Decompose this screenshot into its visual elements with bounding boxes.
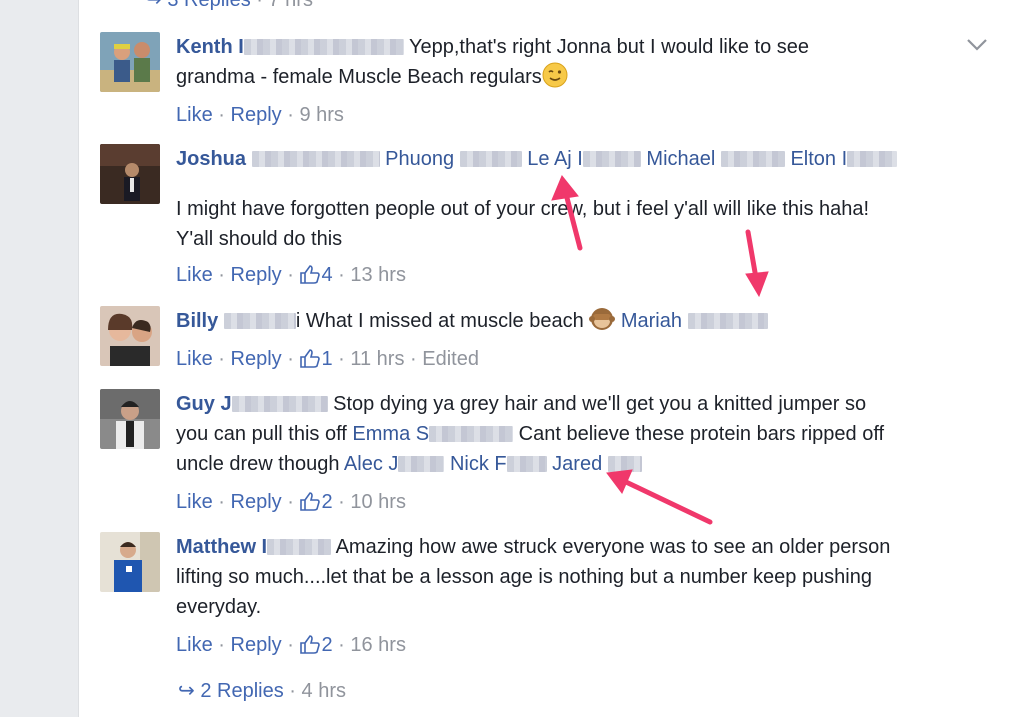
comment-text: I might have forgotten people out of you… bbox=[176, 198, 870, 250]
comment-text: Stop dying ya grey hair and we'll get yo… bbox=[333, 393, 867, 415]
thumbs-up-icon[interactable] bbox=[299, 347, 321, 368]
comment-actions: Like · Reply · 4 · 13 hrs bbox=[176, 263, 406, 286]
commenter-name[interactable]: Guy J bbox=[176, 393, 232, 415]
reply-button[interactable]: Reply bbox=[231, 348, 282, 370]
commenter-name[interactable]: Joshua bbox=[176, 148, 246, 170]
comment-time[interactable]: 16 hrs bbox=[350, 634, 406, 656]
comment-actions: Like · Reply · 1 · 11 hrs · Edited bbox=[176, 347, 479, 370]
avatar[interactable] bbox=[100, 306, 160, 366]
like-count[interactable]: 1 bbox=[321, 348, 332, 370]
edited-label[interactable]: Edited bbox=[422, 348, 479, 370]
tag-phuong[interactable]: Phuong bbox=[385, 148, 454, 170]
comment-text: Yepp,that's right Jonna but I would like… bbox=[408, 36, 809, 58]
comment-text: i What I missed at muscle beach bbox=[295, 310, 584, 332]
tag-alec[interactable]: Alec J bbox=[344, 453, 398, 475]
see-no-evil-monkey-emoji-icon bbox=[589, 306, 616, 332]
comment-actions: Like · Reply · 9 hrs bbox=[176, 104, 344, 126]
like-count[interactable]: 2 bbox=[321, 491, 332, 513]
tag-mariah[interactable]: Mariah bbox=[621, 310, 682, 332]
tag-michael[interactable]: Michael bbox=[646, 148, 715, 170]
previous-replies-link[interactable]: ↪ 3 Replies bbox=[145, 0, 251, 11]
commenter-name[interactable]: Billy bbox=[176, 310, 218, 332]
comment-actions: Like · Reply · 2 · 16 hrs bbox=[176, 633, 406, 656]
previous-replies-time: 7 hrs bbox=[268, 0, 313, 11]
thumbs-up-icon[interactable] bbox=[299, 490, 321, 511]
tag-emma[interactable]: Emma S bbox=[352, 423, 429, 445]
like-button[interactable]: Like bbox=[176, 491, 213, 513]
comment-time[interactable]: 9 hrs bbox=[299, 104, 343, 126]
thumbs-up-icon[interactable] bbox=[299, 633, 321, 654]
like-count[interactable]: 2 bbox=[321, 634, 332, 656]
comment-time[interactable]: 13 hrs bbox=[350, 264, 406, 286]
view-replies-row: ↪ 2 Replies · 4 hrs bbox=[178, 680, 346, 702]
chevron-down-icon[interactable] bbox=[966, 38, 988, 52]
tag-le-aj[interactable]: Le Aj I bbox=[527, 148, 583, 170]
avatar[interactable] bbox=[100, 532, 160, 592]
comment-text: Amazing how awe struck everyone was to s… bbox=[335, 536, 891, 558]
commenter-name[interactable]: Kenth I bbox=[176, 36, 244, 58]
comment-text-line2: grandma - female Muscle Beach regulars bbox=[176, 66, 542, 88]
replies-time: 4 hrs bbox=[301, 680, 346, 702]
tag-elton[interactable]: Elton I bbox=[790, 148, 847, 170]
reply-button[interactable]: Reply bbox=[231, 264, 282, 286]
like-count[interactable]: 4 bbox=[321, 264, 332, 286]
avatar[interactable] bbox=[100, 32, 160, 92]
like-button[interactable]: Like bbox=[176, 264, 213, 286]
wink-emoji-icon bbox=[542, 62, 568, 88]
reply-button[interactable]: Reply bbox=[231, 104, 282, 126]
comment-time[interactable]: 10 hrs bbox=[350, 491, 406, 513]
comment-actions: Like · Reply · 2 · 10 hrs bbox=[176, 490, 406, 513]
commenter-name[interactable]: Matthew I bbox=[176, 536, 267, 558]
like-button[interactable]: Like bbox=[176, 634, 213, 656]
tag-nick[interactable]: Nick F bbox=[450, 453, 507, 475]
avatar[interactable] bbox=[100, 144, 160, 204]
like-button[interactable]: Like bbox=[176, 104, 213, 126]
view-replies-link[interactable]: 2 Replies bbox=[200, 680, 283, 702]
reply-button[interactable]: Reply bbox=[231, 491, 282, 513]
tag-jared[interactable]: Jared bbox=[552, 453, 602, 475]
previous-replies-row: ↪ 3 Replies · 7 hrs bbox=[145, 0, 313, 12]
reply-button[interactable]: Reply bbox=[231, 634, 282, 656]
comment-time[interactable]: 11 hrs bbox=[350, 348, 404, 370]
thumbs-up-icon[interactable] bbox=[299, 263, 321, 284]
avatar[interactable] bbox=[100, 389, 160, 449]
blurred-name bbox=[243, 39, 404, 55]
reply-arrow-icon[interactable]: ↪ bbox=[178, 680, 195, 702]
like-button[interactable]: Like bbox=[176, 348, 213, 370]
